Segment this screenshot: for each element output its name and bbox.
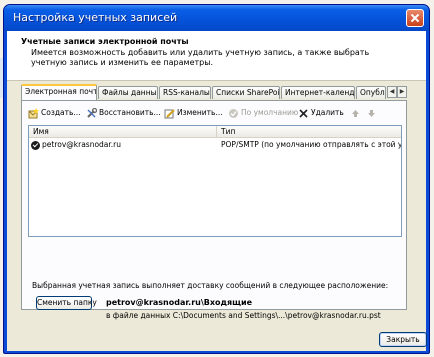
window-title: Настройка учетных записей (13, 11, 178, 24)
repair-icon (86, 107, 98, 119)
delete-label: Удалить (311, 108, 344, 117)
account-type: POP/SMTP (по умолчанию отправлять с этой… (221, 140, 401, 149)
delete-x-icon (298, 108, 309, 119)
tab-scroll-left-icon[interactable]: ◀ (387, 86, 397, 98)
create-button[interactable]: Создать... (28, 106, 81, 120)
change-icon (164, 108, 175, 119)
delivery-data-file-path: в файле данных C:\Documents and Settings… (106, 311, 381, 320)
section-description: Имеется возможность добавить или удалить… (31, 48, 370, 67)
change-folder-button[interactable]: Сменить папку (36, 296, 97, 310)
default-check-icon (228, 108, 239, 119)
create-label: Создать... (41, 108, 81, 117)
move-down-button[interactable] (366, 106, 379, 120)
column-header-type[interactable]: Тип (217, 126, 401, 138)
title-bar[interactable]: Настройка учетных записей (4, 5, 429, 31)
delivery-folder: petrov@krasnodar.ru\Входящие (106, 298, 253, 307)
accounts-toolbar: Создать... Восстановить... Изменить... П… (28, 106, 400, 120)
restore-label: Восстановить... (99, 108, 161, 117)
delete-button[interactable]: Удалить (298, 106, 344, 120)
accounts-list[interactable]: Имя Тип petrov@krasnodar.ru POP/SMTP (по… (28, 125, 402, 237)
tab-data-files[interactable]: Файлы данных (98, 86, 158, 99)
set-default-label: По умолчанию (241, 108, 299, 117)
tab-internet-calendars[interactable]: Интернет-календари (281, 86, 355, 99)
restore-button[interactable]: Восстановить... (86, 106, 161, 120)
email-tab-panel: Создать... Восстановить... Изменить... П… (21, 100, 407, 320)
account-settings-dialog: Настройка учетных записей Учетные записи… (3, 4, 430, 354)
new-account-icon (28, 107, 39, 119)
list-header: Имя Тип (29, 126, 401, 138)
tab-email[interactable]: Электронная почта (21, 84, 97, 100)
close-button[interactable]: Закрыть (379, 332, 427, 347)
tab-sharepoint-lists[interactable]: Списки SharePoint (212, 86, 280, 99)
account-name: petrov@krasnodar.ru (42, 140, 122, 149)
arrow-up-icon (350, 108, 361, 119)
default-account-check-icon (31, 141, 40, 150)
section-title: Учетные записи электронной почты (21, 37, 189, 46)
set-default-button[interactable]: По умолчанию (228, 106, 298, 120)
tab-rss-feeds[interactable]: RSS-каналы (159, 86, 211, 99)
table-row[interactable]: petrov@krasnodar.ru POP/SMTP (по умолчан… (29, 139, 401, 151)
change-label: Изменить... (177, 108, 223, 117)
delivery-location-label: Выбранная учетная запись выполняет доста… (32, 281, 389, 290)
tab-published-calendars[interactable]: Опубликова (356, 86, 386, 99)
change-button[interactable]: Изменить... (164, 106, 223, 120)
arrow-down-icon (366, 108, 377, 119)
column-header-name[interactable]: Имя (29, 126, 217, 138)
move-up-button[interactable] (350, 106, 363, 120)
close-window-button[interactable] (406, 9, 424, 27)
dialog-header: Учетные записи электронной почты Имеется… (7, 31, 426, 81)
tab-scroll-right-icon[interactable]: ▶ (397, 86, 407, 98)
tab-strip: Электронная почта Файлы данных RSS-канал… (21, 84, 407, 100)
dialog-client-area: Учетные записи электронной почты Имеется… (7, 31, 427, 351)
